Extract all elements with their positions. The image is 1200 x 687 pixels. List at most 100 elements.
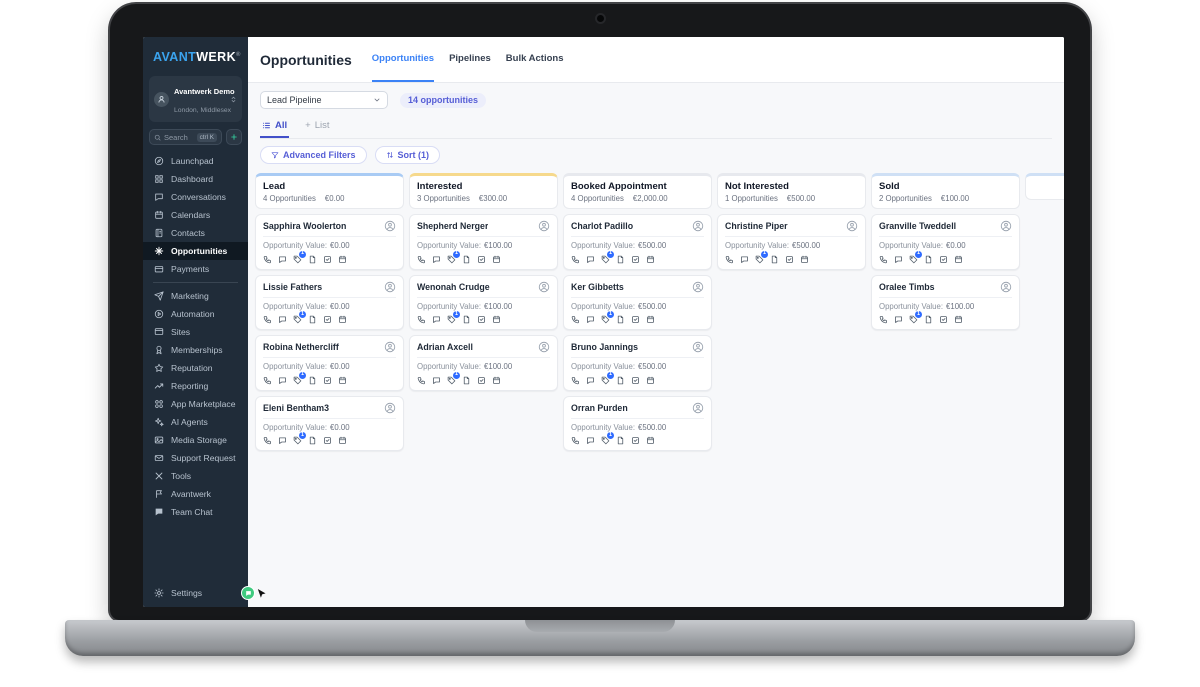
message-icon[interactable] — [432, 315, 441, 324]
tab-bulk-actions[interactable]: Bulk Actions — [506, 37, 564, 82]
file-icon[interactable] — [770, 255, 779, 264]
search-input[interactable]: Search ctrl K — [149, 129, 222, 145]
pipeline-select[interactable]: Lead Pipeline — [260, 91, 388, 109]
calendar-icon[interactable] — [492, 376, 501, 385]
phone-icon[interactable] — [263, 376, 272, 385]
phone-icon[interactable] — [263, 436, 272, 445]
message-icon[interactable] — [586, 255, 595, 264]
opportunity-card[interactable]: Christine Piper Opportunity Value: €500.0… — [717, 214, 866, 270]
opportunity-card[interactable]: Eleni Bentham3 Opportunity Value: €0.00 1 — [255, 395, 404, 451]
sidebar-item-ai-agents[interactable]: AI Agents — [143, 413, 248, 431]
message-icon[interactable] — [278, 376, 287, 385]
tag-icon[interactable]: 1 — [601, 371, 614, 385]
column-header[interactable]: Lead 4 Opportunities €0.00 — [255, 173, 404, 209]
file-icon[interactable] — [924, 255, 933, 264]
calendar-icon[interactable] — [338, 255, 347, 264]
opportunity-card[interactable]: Sapphira Woolerton Opportunity Value: €0.… — [255, 214, 404, 270]
sidebar-item-conversations[interactable]: Conversations — [143, 188, 248, 206]
opportunity-card[interactable]: Adrian Axcell Opportunity Value: €100.00 … — [409, 335, 558, 391]
file-icon[interactable] — [462, 255, 471, 264]
sidebar-item-calendars[interactable]: Calendars — [143, 206, 248, 224]
contact-person-icon[interactable] — [384, 402, 396, 414]
sidebar-item-tools[interactable]: Tools — [143, 467, 248, 485]
message-icon[interactable] — [278, 315, 287, 324]
tag-icon[interactable]: 1 — [909, 311, 922, 324]
message-icon[interactable] — [586, 315, 595, 324]
contact-person-icon[interactable] — [384, 281, 396, 293]
sidebar-item-dashboard[interactable]: Dashboard — [143, 170, 248, 188]
tag-icon[interactable]: 1 — [447, 311, 460, 324]
opportunity-card[interactable]: Orran Purden Opportunity Value: €500.00 1 — [563, 395, 712, 451]
file-icon[interactable] — [462, 376, 471, 385]
sidebar-item-app-marketplace[interactable]: App Marketplace — [143, 395, 248, 413]
calendar-icon[interactable] — [492, 255, 501, 264]
file-icon[interactable] — [924, 315, 933, 324]
file-icon[interactable] — [616, 376, 625, 385]
quick-add-button[interactable] — [226, 129, 242, 145]
task-icon[interactable] — [631, 376, 640, 385]
task-icon[interactable] — [323, 436, 332, 445]
tag-icon[interactable]: 1 — [293, 432, 306, 445]
task-icon[interactable] — [631, 255, 640, 264]
opportunity-card[interactable]: Wenonah Crudge Opportunity Value: €100.00… — [409, 274, 558, 330]
sidebar-item-launchpad[interactable]: Launchpad — [143, 152, 248, 170]
tag-icon[interactable]: 1 — [755, 250, 768, 264]
calendar-icon[interactable] — [646, 315, 655, 324]
tag-icon[interactable]: 1 — [447, 371, 460, 385]
contact-person-icon[interactable] — [692, 220, 704, 232]
sidebar-item-contacts[interactable]: Contacts — [143, 224, 248, 242]
sort-button[interactable]: Sort (1) — [374, 146, 441, 164]
help-chat-widget[interactable] — [241, 586, 255, 600]
phone-icon[interactable] — [725, 255, 734, 264]
tab-opportunities[interactable]: Opportunities — [371, 37, 435, 82]
tag-icon[interactable]: 1 — [447, 250, 460, 264]
contact-person-icon[interactable] — [1000, 220, 1012, 232]
sidebar-item-payments[interactable]: Payments — [143, 260, 248, 278]
opportunity-card[interactable]: Shepherd Nerger Opportunity Value: €100.0… — [409, 214, 558, 270]
file-icon[interactable] — [616, 436, 625, 445]
sidebar-item-media-storage[interactable]: Media Storage — [143, 431, 248, 449]
message-icon[interactable] — [894, 255, 903, 264]
file-icon[interactable] — [616, 255, 625, 264]
task-icon[interactable] — [939, 315, 948, 324]
tag-icon[interactable]: 1 — [601, 432, 614, 445]
message-icon[interactable] — [894, 315, 903, 324]
phone-icon[interactable] — [263, 255, 272, 264]
contact-person-icon[interactable] — [538, 281, 550, 293]
task-icon[interactable] — [323, 255, 332, 264]
calendar-icon[interactable] — [646, 436, 655, 445]
phone-icon[interactable] — [879, 315, 888, 324]
sidebar-item-sites[interactable]: Sites — [143, 323, 248, 341]
calendar-icon[interactable] — [646, 255, 655, 264]
advanced-filters-button[interactable]: Advanced Filters — [260, 146, 367, 164]
tag-icon[interactable]: 1 — [909, 250, 922, 264]
calendar-icon[interactable] — [800, 255, 809, 264]
sidebar-item-reporting[interactable]: Reporting — [143, 377, 248, 395]
contact-person-icon[interactable] — [692, 341, 704, 353]
message-icon[interactable] — [432, 255, 441, 264]
file-icon[interactable] — [308, 376, 317, 385]
task-icon[interactable] — [477, 315, 486, 324]
phone-icon[interactable] — [879, 255, 888, 264]
calendar-icon[interactable] — [646, 376, 655, 385]
calendar-icon[interactable] — [338, 376, 347, 385]
file-icon[interactable] — [308, 255, 317, 264]
sidebar-item-memberships[interactable]: Memberships — [143, 341, 248, 359]
tab-pipelines[interactable]: Pipelines — [449, 37, 491, 82]
sidebar-item-opportunities[interactable]: Opportunities — [143, 242, 248, 260]
column-header[interactable]: Booked Appointment 4 Opportunities €2,00… — [563, 173, 712, 209]
sidebar-item-settings[interactable]: Settings — [143, 581, 248, 607]
sidebar-item-automation[interactable]: Automation — [143, 305, 248, 323]
phone-icon[interactable] — [571, 255, 580, 264]
sidebar-item-reputation[interactable]: Reputation — [143, 359, 248, 377]
column-header[interactable] — [1025, 173, 1064, 200]
phone-icon[interactable] — [417, 255, 426, 264]
task-icon[interactable] — [477, 255, 486, 264]
opportunity-card[interactable]: Lissie Fathers Opportunity Value: €0.00 1 — [255, 274, 404, 330]
tag-icon[interactable]: 1 — [601, 311, 614, 324]
calendar-icon[interactable] — [954, 255, 963, 264]
contact-person-icon[interactable] — [692, 402, 704, 414]
tag-icon[interactable]: 1 — [293, 311, 306, 324]
column-header[interactable]: Not Interested 1 Opportunities €500.00 — [717, 173, 866, 209]
message-icon[interactable] — [278, 436, 287, 445]
